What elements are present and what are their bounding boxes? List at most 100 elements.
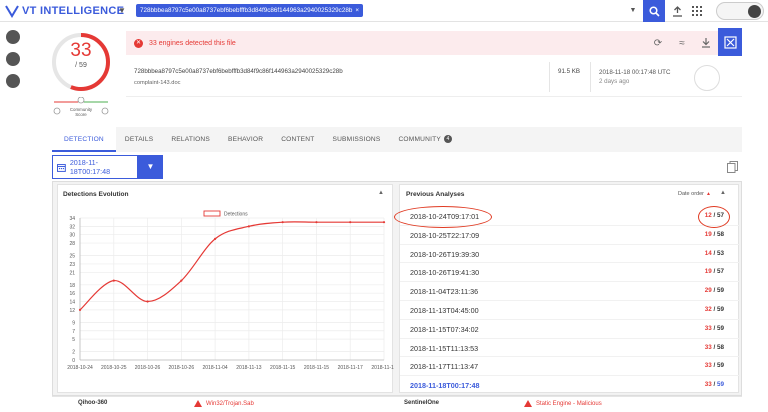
graph-button[interactable] [718, 28, 742, 56]
ratio-positives: 33 [704, 381, 712, 389]
y-tick-label: 9 [72, 320, 75, 326]
file-date-relative: 2 days ago [599, 78, 630, 85]
analysis-date: 2018-11-04T23:11:36 [410, 287, 479, 297]
search-dropdown-icon[interactable]: ▼ [627, 5, 639, 17]
y-tick-label: 30 [69, 233, 75, 239]
settings-nav-icon[interactable] [6, 52, 20, 66]
detections-evolution-card: Detections Evolution ▲ 0 2 5 7 9 12 14 16 18 21 23… [57, 184, 394, 393]
analysis-date: 2018-11-17T11:13:47 [410, 362, 479, 372]
collapse-icon[interactable]: ▲ [720, 190, 726, 196]
y-tick-label: 12 [69, 308, 75, 314]
analysis-row[interactable]: 2018-11-04T23:11:36 29 / 59 [400, 282, 740, 301]
y-tick-label: 0 [72, 358, 75, 364]
tab-community[interactable]: COMMUNITY 4 [389, 127, 460, 152]
analysis-ratio: 33 / 58 [704, 343, 724, 351]
tab-content[interactable]: CONTENT [272, 127, 323, 152]
data-point [315, 221, 318, 224]
y-tick-label: 18 [69, 283, 75, 289]
top-bar: VT INTELLIGENCE ▼ 728bbbea8797c5e00a8737… [0, 0, 768, 22]
detections-series-line [79, 221, 384, 311]
analysis-row[interactable]: 2018-11-13T04:45:00 32 / 59 [400, 301, 740, 320]
legend-swatch [203, 210, 221, 217]
ratio-positives: 14 [704, 249, 712, 257]
date-order-label[interactable]: Date order [678, 191, 704, 197]
tab-community-label: COMMUNITY [398, 136, 441, 143]
analysis-row[interactable]: 2018-11-15T07:34:02 33 / 59 [400, 320, 740, 339]
analysis-ratio: 19 / 58 [704, 230, 724, 238]
ratio-total: 59 [716, 381, 724, 389]
vt-intelligence-logo[interactable]: VT INTELLIGENCE [5, 3, 124, 19]
x-tick-label: 2018-10-25 [101, 365, 127, 371]
chevron-down-icon[interactable]: ▼ [138, 155, 163, 179]
analysis-row-current[interactable]: 2018-11-18T00:17:48 33 / 59 [400, 376, 740, 395]
engine-result: Win32/Trojan.Sab [194, 400, 254, 407]
analysis-row[interactable]: 2018-10-26T19:39:30 14 / 53 [400, 245, 740, 264]
search-term-chip[interactable]: 728bbbea8797c5e00a8737ebf6bebfffb3d84f9c… [136, 4, 364, 17]
upload-icon[interactable] [670, 4, 684, 18]
ratio-positives: 33 [704, 343, 712, 351]
search-button[interactable] [643, 0, 665, 22]
ratio-positives: 32 [704, 305, 712, 313]
sort-icon[interactable]: ▲ [706, 191, 711, 197]
search-nav-icon[interactable] [6, 30, 20, 44]
analysis-date-selector[interactable]: 2018-11-18T00:17:48 [52, 155, 138, 179]
x-tick-label: 2018-11-17 [338, 365, 363, 371]
analysis-ratio: 33 / 59 [704, 362, 724, 370]
tab-submissions[interactable]: SUBMISSIONS [323, 127, 389, 152]
data-point [112, 279, 115, 282]
ratio-positives: 33 [704, 362, 712, 370]
file-info: 728bbbea8797c5e00a8737ebf6bebfffb3d84f9c… [126, 57, 742, 97]
file-size: 91.5 KB [549, 62, 580, 92]
annotation-circle-ratio [698, 206, 730, 228]
analysis-row[interactable]: 2018-11-15T11:13:53 33 / 58 [400, 339, 740, 358]
analysis-ratio: 33 / 59 [704, 324, 724, 332]
tab-details[interactable]: DETAILS [116, 127, 162, 152]
chevron-down-icon[interactable]: ▼ [115, 5, 129, 17]
y-tick-label: 7 [72, 329, 75, 335]
engine-result: Static Engine - Malicious [524, 400, 602, 407]
detection-banner: ✕ 33 engines detected this file ⟳ ≈ [126, 28, 742, 56]
detections-chart: 0257912141618212325283032342018-10-24 201… [67, 210, 394, 371]
user-menu[interactable] [716, 2, 764, 20]
file-hash[interactable]: 728bbbea8797c5e00a8737ebf6bebfffb3d84f9c… [134, 68, 343, 75]
search-icon [648, 5, 660, 17]
x-tick-label: 2018-10-26 [135, 365, 161, 371]
hunting-nav-icon[interactable] [6, 74, 20, 88]
engine-name: SentinelOne [404, 400, 440, 406]
analysis-row[interactable]: 2018-10-26T19:41:30 19 / 57 [400, 263, 740, 283]
collapse-icon[interactable]: ▲ [378, 190, 384, 196]
analysis-row[interactable]: 2018-11-17T11:13:47 33 / 59 [400, 357, 740, 377]
y-tick-label: 21 [69, 270, 75, 276]
similar-icon[interactable]: ≈ [670, 31, 694, 55]
previous-analyses-title: Previous Analyses [406, 191, 465, 198]
analysis-date: 2018-11-18T00:17:48 [410, 381, 480, 391]
copy-icon[interactable] [727, 161, 738, 173]
analysis-date: 2018-11-15T07:34:02 [410, 324, 479, 334]
community-score-label-2: Score [75, 112, 87, 117]
close-icon[interactable]: × [355, 4, 359, 17]
analyses-list: 2018-10-24T09:17:01 12 / 57 2018-10-25T22… [400, 207, 740, 395]
report-tabs: DETECTION DETAILS RELATIONS BEHAVIOR CON… [52, 127, 742, 152]
avatar [748, 5, 761, 18]
analysis-ratio: 33 / 59 [704, 381, 724, 389]
analysis-row[interactable]: 2018-10-25T22:17:09 19 / 58 [400, 226, 740, 245]
file-date: 2018-11-18 00:17:48 UTC 2 days ago [590, 62, 670, 92]
x-tick-label: 2018-11-15 [270, 365, 295, 371]
analysis-date-value: 2018-11-18T00:17:48 [69, 158, 111, 176]
community-count-badge: 4 [443, 135, 452, 144]
analysis-ratio: 29 / 59 [704, 287, 724, 295]
reanalyze-icon[interactable]: ⟳ [646, 31, 670, 55]
ratio-total: 59 [716, 324, 724, 332]
error-x-icon: ✕ [134, 38, 143, 48]
tab-behavior[interactable]: BEHAVIOR [219, 127, 272, 152]
score-positives: 33 [70, 40, 92, 61]
tab-relations[interactable]: RELATIONS [162, 127, 219, 152]
apps-grid-icon[interactable] [690, 4, 704, 18]
analysis-ratio: 14 / 53 [704, 249, 724, 257]
tab-detection[interactable]: DETECTION [52, 127, 116, 152]
engine-results-row: Qihoo-360 Win32/Trojan.Sab SentinelOne S… [52, 396, 742, 412]
y-tick-label: 28 [69, 241, 75, 247]
download-icon[interactable] [694, 31, 718, 55]
warning-icon [524, 400, 532, 407]
ratio-total: 57 [716, 268, 724, 276]
